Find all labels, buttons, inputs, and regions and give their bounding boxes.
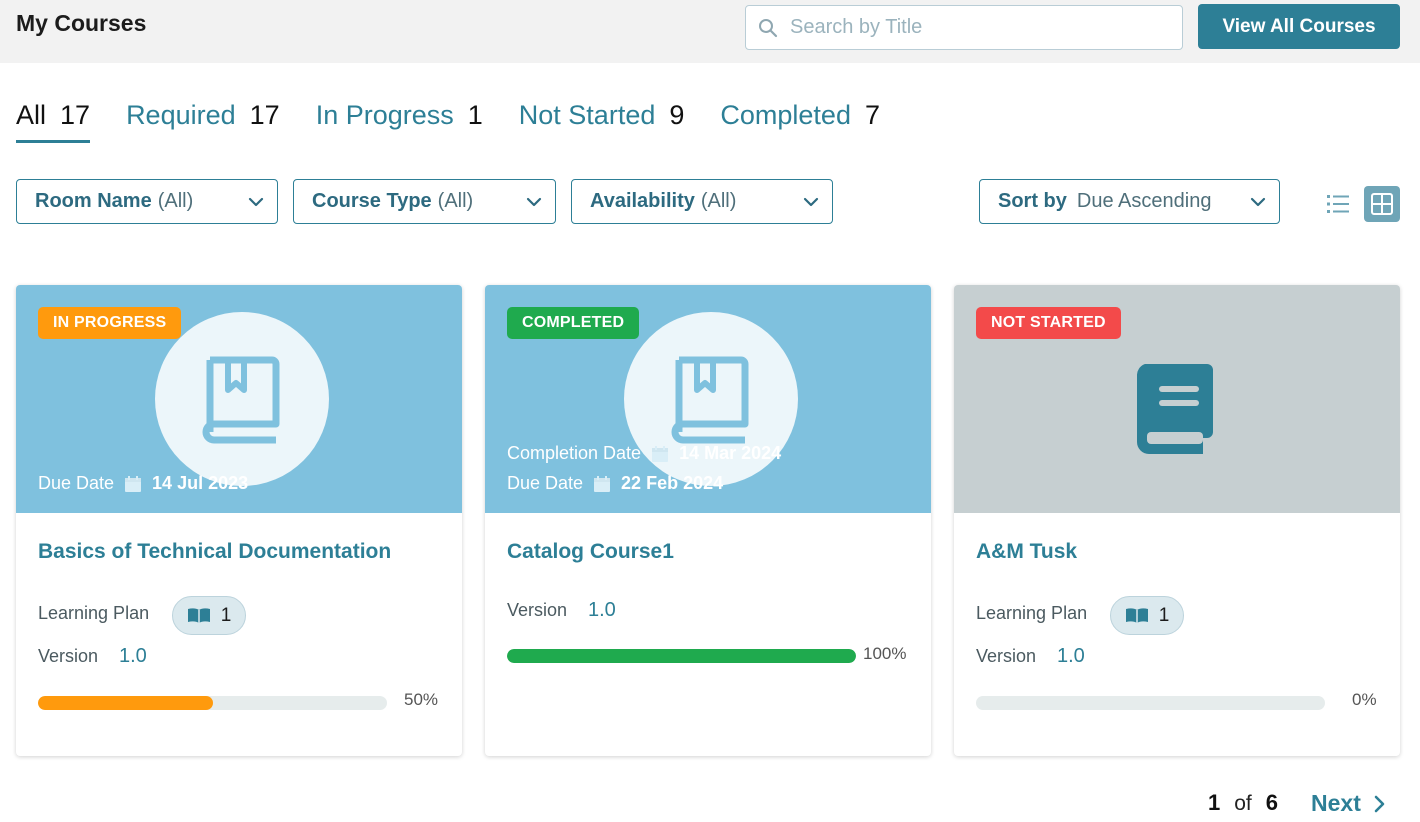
chevron-right-icon (1374, 795, 1385, 812)
next-label: Next (1311, 790, 1361, 816)
learning-plan-pill[interactable]: 1 (172, 596, 246, 635)
page-title: My Courses (16, 10, 147, 36)
sort-value: Due Ascending (1076, 190, 1212, 212)
course-card[interactable]: COMPLETED Completion Date 14 Mar 2024 Du… (485, 285, 931, 756)
tab-in-progress[interactable]: In Progress 1 (316, 100, 483, 141)
learning-plan-count: 1 (1158, 604, 1170, 626)
due-date-row: Due Date 14 Jul 2023 (38, 473, 248, 494)
progress-fill (38, 696, 213, 710)
learning-plan-label: Learning Plan (976, 603, 1088, 623)
course-title[interactable]: A&M Tusk (976, 540, 1077, 564)
course-card[interactable]: IN PROGRESS Due Date 14 Jul 2023 Basics … (16, 285, 462, 756)
chevron-down-icon (1250, 197, 1266, 207)
due-date-row: Due Date 22 Feb 2024 (507, 473, 723, 494)
course-title[interactable]: Catalog Course1 (507, 540, 674, 564)
calendar-icon (125, 475, 142, 492)
filter-label: Availability (590, 190, 695, 212)
book-icon (202, 356, 280, 444)
sort-label: Sort by (998, 190, 1067, 212)
progress-bar (38, 696, 387, 710)
filter-value: (All) (157, 190, 194, 212)
pagination: 1 of 6 (1208, 790, 1278, 816)
completion-date-label: Completion Date (507, 443, 642, 463)
due-date-label: Due Date (507, 473, 584, 493)
learning-plan-label: Learning Plan (38, 603, 150, 623)
room-name-filter[interactable]: Room Name (All) (16, 179, 278, 224)
progress-percent: 100% (863, 644, 907, 663)
learning-plan-pill[interactable]: 1 (1110, 596, 1184, 635)
tab-count: 9 (669, 100, 685, 130)
progress-percent: 0% (1352, 690, 1377, 709)
tab-not-started[interactable]: Not Started 9 (519, 100, 685, 141)
version-value: 1.0 (588, 599, 616, 621)
tab-label: In Progress (315, 100, 454, 130)
version-label: Version (507, 600, 568, 620)
tab-all[interactable]: All 17 (16, 100, 91, 143)
course-thumbnail: COMPLETED Completion Date 14 Mar 2024 Du… (485, 285, 931, 513)
list-view-icon[interactable] (1326, 193, 1350, 215)
version-label: Version (976, 646, 1037, 666)
progress-bar (976, 696, 1325, 710)
filter-label: Course Type (312, 190, 432, 212)
version-value: 1.0 (1057, 645, 1085, 667)
search-box[interactable] (745, 5, 1183, 50)
tab-count: 17 (60, 100, 91, 130)
filter-value: (All) (700, 190, 737, 212)
open-book-icon (187, 607, 210, 623)
book-icon (671, 356, 749, 444)
version-value: 1.0 (119, 645, 147, 667)
current-page: 1 (1208, 790, 1221, 815)
chevron-down-icon (526, 197, 542, 207)
chevron-down-icon (803, 197, 819, 207)
course-thumbnail: IN PROGRESS Due Date 14 Jul 2023 (16, 285, 462, 513)
tab-label: Not Started (518, 100, 656, 130)
tab-label: All (16, 100, 47, 130)
calendar-icon (652, 445, 669, 462)
course-type-filter[interactable]: Course Type (All) (293, 179, 556, 224)
status-badge: NOT STARTED (976, 307, 1121, 339)
view-all-courses-button[interactable]: View All Courses (1198, 4, 1400, 49)
page-of-label: of (1234, 792, 1252, 815)
search-input[interactable] (790, 16, 1170, 39)
due-date-label: Due Date (38, 473, 115, 493)
tab-count: 7 (864, 100, 880, 130)
grid-icon (1371, 193, 1393, 215)
due-date-value: 22 Feb 2024 (621, 473, 724, 493)
tab-count: 1 (467, 100, 483, 130)
sort-dropdown[interactable]: Sort by Due Ascending (979, 179, 1280, 224)
open-book-icon (1125, 607, 1148, 623)
status-tabs: All 17 Required 17 In Progress 1 Not Sta… (16, 100, 880, 143)
learning-plan-count: 1 (220, 604, 232, 626)
course-thumbnail: NOT STARTED (954, 285, 1400, 513)
tab-required[interactable]: Required 17 (126, 100, 280, 141)
progress-fill (507, 649, 856, 663)
tab-count: 17 (249, 100, 280, 130)
status-badge: IN PROGRESS (38, 307, 182, 339)
tab-label: Required (126, 100, 236, 130)
course-icon-circle (155, 312, 329, 486)
progress-percent: 50% (404, 690, 439, 709)
book-icon (1137, 364, 1213, 454)
status-badge: COMPLETED (507, 307, 640, 339)
total-pages: 6 (1265, 790, 1279, 815)
completion-date-value: 14 Mar 2024 (679, 443, 782, 463)
tab-completed[interactable]: Completed 7 (720, 100, 880, 141)
filter-label: Room Name (35, 190, 152, 212)
due-date-value: 14 Jul 2023 (152, 473, 249, 493)
course-title[interactable]: Basics of Technical Documentation (38, 540, 391, 564)
tab-label: Completed (720, 100, 851, 130)
course-card[interactable]: NOT STARTED A&M Tusk Learning Plan 1 Ver… (954, 285, 1400, 756)
next-page-button[interactable]: Next (1311, 790, 1385, 817)
completion-date-row: Completion Date 14 Mar 2024 (507, 443, 781, 464)
calendar-icon (594, 475, 611, 492)
filter-value: (All) (437, 190, 474, 212)
grid-view-button[interactable] (1364, 186, 1400, 222)
search-icon (759, 18, 778, 37)
availability-filter[interactable]: Availability (All) (571, 179, 833, 224)
version-label: Version (38, 646, 99, 666)
chevron-down-icon (248, 197, 264, 207)
progress-bar (507, 649, 856, 663)
